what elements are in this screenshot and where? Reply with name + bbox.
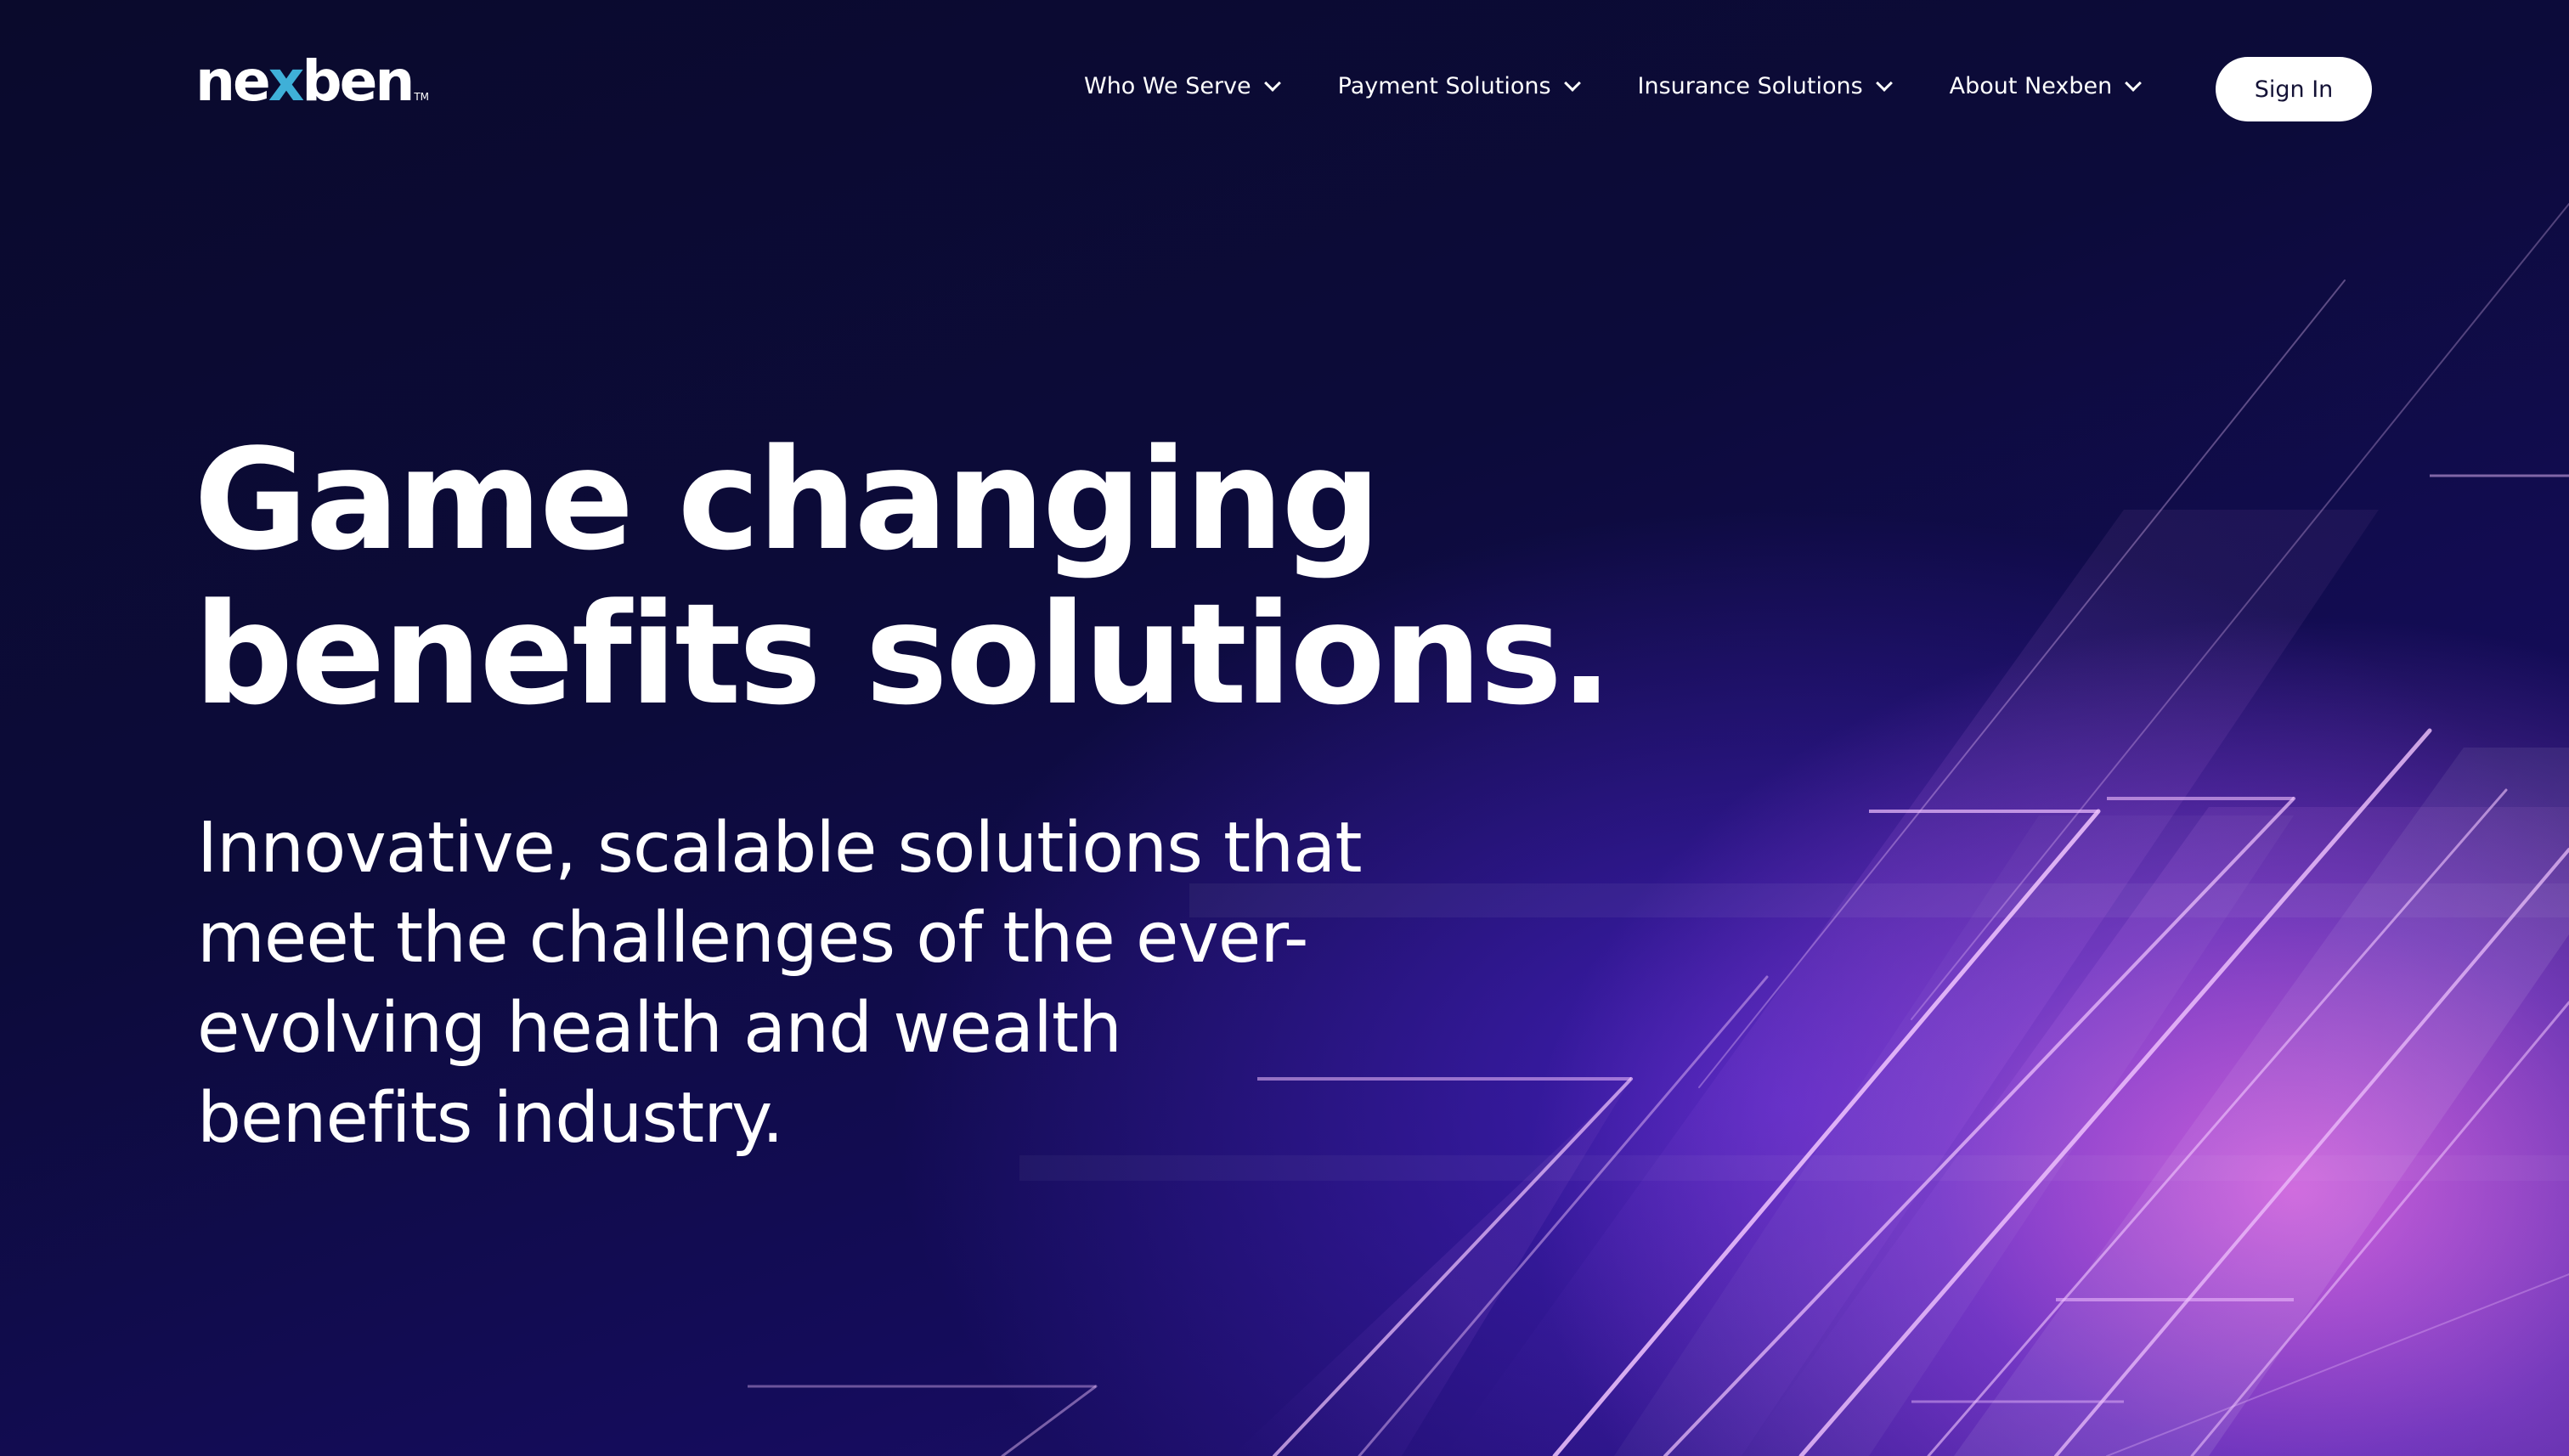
nav-item-who-we-serve[interactable]: Who We Serve xyxy=(1084,73,1281,99)
hero-subheadline-line: evolving health and wealth xyxy=(197,988,1122,1069)
chevron-down-icon xyxy=(1875,74,1893,92)
hero-subheadline-line: meet the challenges of the ever- xyxy=(197,898,1308,979)
chevron-down-icon xyxy=(2125,74,2143,92)
sign-in-button[interactable]: Sign In xyxy=(2216,57,2372,121)
nav-item-label: Who We Serve xyxy=(1084,73,1251,99)
nav-item-insurance-solutions[interactable]: Insurance Solutions xyxy=(1637,73,1893,99)
hero-subheadline-line: benefits industry. xyxy=(197,1078,784,1159)
hero-headline: Game changing benefits solutions. xyxy=(194,419,1612,736)
nav-item-label: About Nexben xyxy=(1949,73,2113,99)
nav-item-payment-solutions[interactable]: Payment Solutions xyxy=(1337,73,1581,99)
trademark-mark: TM xyxy=(414,91,430,103)
nexben-logo[interactable]: ne x ben TM xyxy=(195,48,429,131)
logo-text-x: x xyxy=(268,48,305,114)
chevron-down-icon xyxy=(1263,74,1281,92)
hero-subheadline-line: Innovative, scalable solutions that xyxy=(197,808,1363,889)
nav-item-label: Insurance Solutions xyxy=(1637,73,1863,99)
hero-subheadline: Innovative, scalable solutions that meet… xyxy=(197,804,1522,1164)
hero-headline-line: benefits solutions. xyxy=(194,573,1612,736)
top-navigation: ne x ben TM Who We Serve Payment Solutions … xyxy=(0,0,2569,178)
chevron-down-icon xyxy=(1563,74,1581,92)
main-menu: Who We Serve Payment Solutions Insurance… xyxy=(1084,73,2199,99)
nav-item-about-nexben[interactable]: About Nexben xyxy=(1949,73,2143,99)
hero-headline-line: Game changing xyxy=(194,419,1381,581)
logo-text-suffix: ben xyxy=(302,48,415,114)
logo-text-prefix: ne xyxy=(195,48,271,114)
nav-item-label: Payment Solutions xyxy=(1337,73,1551,99)
